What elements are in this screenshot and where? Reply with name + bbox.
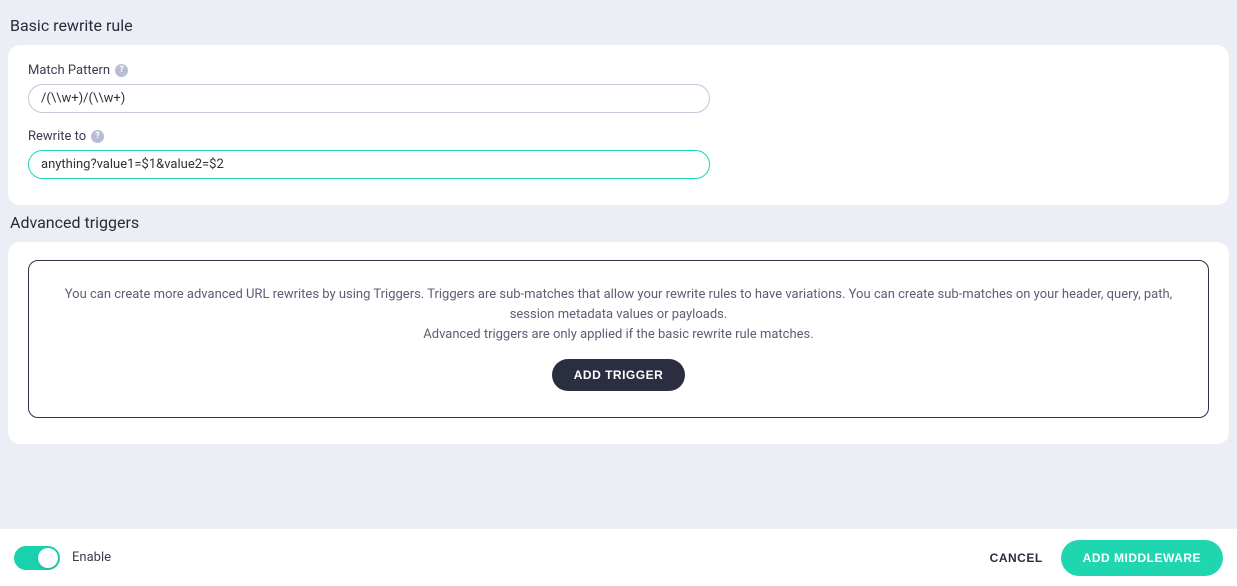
advanced-triggers-title: Advanced triggers — [10, 213, 1229, 232]
footer-bar: Enable CANCEL ADD MIDDLEWARE — [0, 528, 1237, 586]
rewrite-to-group: Rewrite to ? — [28, 129, 1209, 179]
toggle-knob — [38, 548, 58, 568]
add-middleware-button[interactable]: ADD MIDDLEWARE — [1061, 540, 1223, 576]
match-pattern-group: Match Pattern ? — [28, 63, 1209, 113]
help-icon[interactable]: ? — [91, 130, 104, 143]
triggers-description-line1: You can create more advanced URL rewrite… — [65, 287, 1172, 322]
enable-label: Enable — [72, 550, 111, 565]
advanced-triggers-card: You can create more advanced URL rewrite… — [8, 242, 1229, 444]
triggers-description: You can create more advanced URL rewrite… — [59, 285, 1178, 345]
rewrite-to-input[interactable] — [28, 150, 710, 179]
cancel-button[interactable]: CANCEL — [990, 551, 1043, 565]
triggers-description-line2: Advanced triggers are only applied if th… — [423, 327, 813, 342]
match-pattern-input[interactable] — [28, 84, 710, 113]
rewrite-to-label: Rewrite to — [28, 129, 86, 144]
help-icon[interactable]: ? — [115, 64, 128, 77]
enable-toggle[interactable] — [14, 546, 60, 570]
basic-rewrite-card: Match Pattern ? Rewrite to ? — [8, 45, 1229, 205]
basic-rewrite-title: Basic rewrite rule — [10, 16, 1229, 35]
triggers-box: You can create more advanced URL rewrite… — [28, 260, 1209, 418]
match-pattern-label: Match Pattern — [28, 63, 110, 78]
add-trigger-button[interactable]: ADD TRIGGER — [552, 359, 686, 391]
